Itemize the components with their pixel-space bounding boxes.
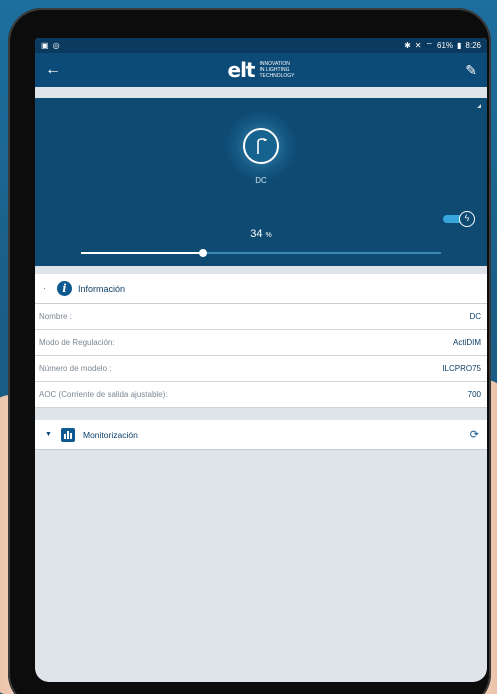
status-bar: ▣ ◎ ✱ ✕ ⌔ 61% ▮ 8:26	[35, 38, 487, 53]
device-control-panel: DC ϟ 34%	[35, 98, 487, 266]
corner-indicator-icon	[477, 104, 481, 108]
info-row: Número de modelo : ILCPRO75	[35, 356, 487, 382]
tablet-frame: ▣ ◎ ✱ ✕ ⌔ 61% ▮ 8:26 ← elt INNOVATION IN…	[8, 8, 491, 694]
slider-thumb[interactable]	[199, 249, 208, 257]
monitoring-section-header[interactable]: ▼ Monitorización ⟳	[35, 420, 487, 450]
info-row-value: ILCPRO75	[442, 364, 481, 373]
refresh-icon[interactable]: ⟳	[470, 428, 479, 441]
status-time: 8:26	[465, 41, 481, 50]
info-icon: i	[57, 281, 72, 296]
info-section-title: Información	[78, 283, 126, 294]
device-name-label: DC	[255, 176, 267, 185]
info-row-label: Nombre :	[39, 312, 72, 321]
power-toggle[interactable]: ϟ	[443, 211, 475, 227]
edit-pencil-icon[interactable]: ✎	[457, 62, 477, 79]
mute-icon: ✕	[414, 41, 422, 50]
screen: ▣ ◎ ✱ ✕ ⌔ 61% ▮ 8:26 ← elt INNOVATION IN…	[35, 38, 487, 682]
info-row-value: DC	[469, 312, 481, 321]
dim-slider[interactable]	[81, 248, 441, 258]
info-row-label: Número de modelo :	[39, 364, 112, 373]
monitoring-section-title: Monitorización	[83, 429, 138, 440]
battery-icon: ▮	[457, 41, 462, 50]
street-lamp-icon	[243, 128, 279, 164]
info-row: AOC (Corriente de salida ajustable): 700	[35, 382, 487, 408]
battery-percent: 61%	[437, 41, 454, 50]
info-row-value: ActiDIM	[453, 338, 481, 347]
bluetooth-icon: ✱	[404, 41, 411, 50]
logo-tagline: INNOVATION IN LIGHTING TECHNOLOGY	[259, 61, 295, 79]
info-row-label: Modo de Regulación:	[39, 338, 115, 347]
gallery-icon: ▣	[41, 41, 49, 50]
chevron-down-icon: ▼	[45, 431, 52, 438]
wifi-icon: ⌔	[425, 40, 433, 50]
whatsapp-icon: ◎	[52, 41, 60, 50]
dim-level-value: 34	[250, 228, 263, 240]
collapse-dot-icon: ·	[43, 284, 46, 293]
power-bolt-icon: ϟ	[459, 211, 475, 227]
info-row-label: AOC (Corriente de salida ajustable):	[39, 390, 168, 399]
back-arrow-icon[interactable]: ←	[45, 61, 65, 79]
info-row: Modo de Regulación: ActiDIM	[35, 330, 487, 356]
elt-logo: elt INNOVATION IN LIGHTING TECHNOLOGY	[228, 58, 295, 82]
info-row-value: 700	[467, 390, 481, 399]
bar-chart-icon	[61, 427, 75, 442]
info-row: Nombre : DC	[35, 304, 487, 330]
logo-mark: elt	[227, 58, 256, 82]
info-section-header[interactable]: · i Información	[35, 274, 487, 304]
dim-level-readout: 34%	[35, 228, 487, 240]
dim-level-unit: %	[265, 232, 272, 239]
slider-fill	[81, 252, 204, 254]
app-bar: ← elt INNOVATION IN LIGHTING TECHNOLOGY …	[35, 53, 487, 87]
separator	[35, 87, 487, 98]
